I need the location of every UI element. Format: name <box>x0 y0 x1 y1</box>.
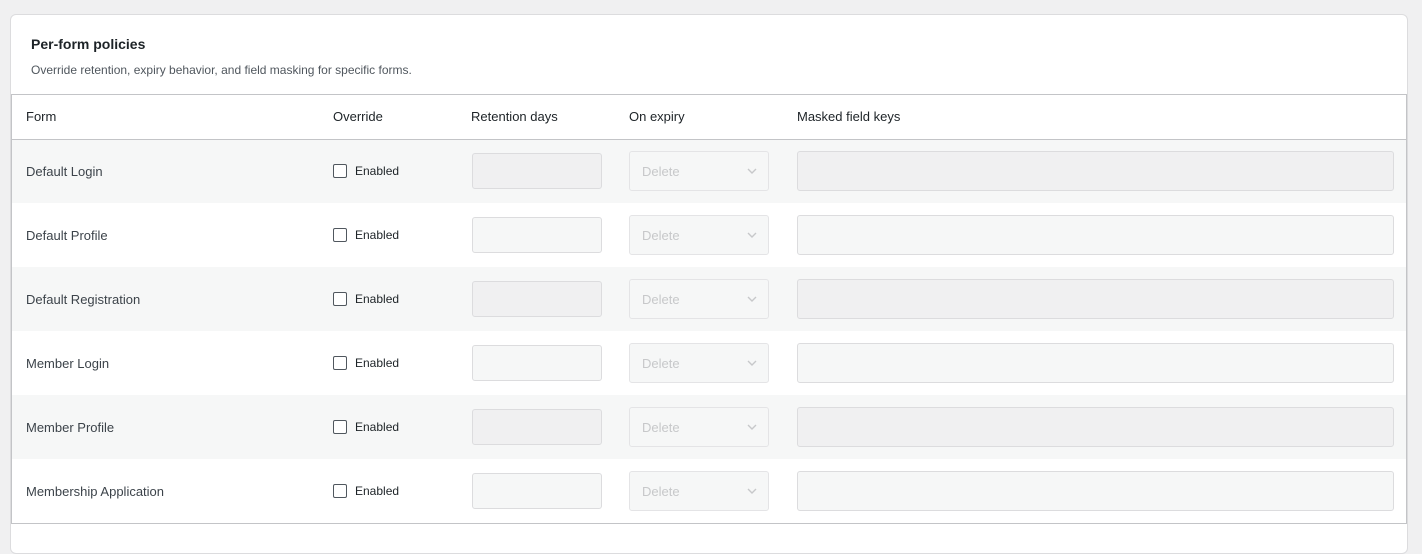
chevron-down-icon <box>747 424 757 430</box>
header-on-expiry: On expiry <box>615 95 783 140</box>
chevron-down-icon <box>747 232 757 238</box>
override-checkbox[interactable] <box>333 228 347 242</box>
override-toggle[interactable]: Enabled <box>333 356 443 370</box>
on-expiry-value: Delete <box>642 483 680 499</box>
panel-title: Per-form policies <box>31 36 146 52</box>
override-label: Enabled <box>355 420 400 434</box>
override-label: Enabled <box>355 356 400 370</box>
override-label: Enabled <box>355 164 400 179</box>
panel-description: Override retention, expiry behavior, and… <box>31 63 412 77</box>
on-expiry-select[interactable]: Delete <box>629 215 769 255</box>
chevron-down-icon <box>747 488 757 494</box>
retention-days-input[interactable] <box>472 345 602 381</box>
on-expiry-select[interactable]: Delete <box>629 343 769 383</box>
override-label: Enabled <box>355 484 400 498</box>
on-expiry-select[interactable]: Delete <box>629 407 769 447</box>
override-toggle[interactable]: Enabled <box>333 484 443 498</box>
on-expiry-value: Delete <box>642 291 680 307</box>
masked-field-keys-input[interactable] <box>797 279 1394 319</box>
on-expiry-select[interactable]: Delete <box>629 151 769 192</box>
on-expiry-select[interactable]: Delete <box>629 471 769 511</box>
on-expiry-select[interactable]: Delete <box>629 279 769 319</box>
table-row: Membership Application Enabled Delete <box>12 459 1406 523</box>
form-name: Member Profile <box>12 395 319 459</box>
header-form: Form <box>12 95 319 140</box>
retention-days-input[interactable] <box>472 281 602 317</box>
header-override: Override <box>319 95 457 140</box>
override-checkbox[interactable] <box>333 484 347 498</box>
form-name-text: Default Profile <box>26 227 108 243</box>
masked-field-keys-input[interactable] <box>797 471 1394 511</box>
policies-table: Form Override Retention days On expiry M… <box>12 95 1406 523</box>
override-toggle[interactable]: Enabled <box>333 292 443 306</box>
masked-field-keys-input[interactable] <box>797 151 1394 192</box>
masked-field-keys-input[interactable] <box>797 215 1394 255</box>
form-name-text: Default Registration <box>26 291 141 307</box>
on-expiry-value: Delete <box>642 163 680 179</box>
table-row: Default Profile Enabled Delete <box>12 203 1406 267</box>
override-checkbox[interactable] <box>333 292 347 306</box>
retention-days-input[interactable] <box>472 409 602 445</box>
override-checkbox[interactable] <box>333 164 347 179</box>
chevron-down-icon <box>747 360 757 366</box>
retention-days-input[interactable] <box>472 153 602 190</box>
masked-field-keys-input[interactable] <box>797 407 1394 447</box>
on-expiry-value: Delete <box>642 355 680 371</box>
header-masked-field-keys: Masked field keys <box>783 95 1406 140</box>
form-name: Default Profile <box>12 203 319 267</box>
form-name: Default Login <box>12 139 319 203</box>
table-row: Default Login Enabled Delete <box>12 139 1406 203</box>
panel-header: Per-form policies Override retention, ex… <box>11 15 1407 94</box>
masked-field-keys-input[interactable] <box>797 343 1394 383</box>
chevron-down-icon <box>747 168 757 175</box>
override-toggle[interactable]: Enabled <box>333 420 443 434</box>
override-toggle[interactable]: Enabled <box>333 228 443 242</box>
form-name: Membership Application <box>12 459 319 523</box>
on-expiry-value: Delete <box>642 419 680 435</box>
retention-days-input[interactable] <box>472 217 602 253</box>
form-name: Member Login <box>12 331 319 395</box>
form-name-text: Member Login <box>26 355 110 371</box>
override-toggle[interactable]: Enabled <box>333 164 443 179</box>
form-name-text: Default Login <box>26 163 103 179</box>
override-checkbox[interactable] <box>333 420 347 434</box>
table-row: Member Profile Enabled Delete <box>12 395 1406 459</box>
header-retention-days: Retention days <box>457 95 615 140</box>
table-header-row: Form Override Retention days On expiry M… <box>12 95 1406 140</box>
policies-table-wrapper: Form Override Retention days On expiry M… <box>11 94 1407 524</box>
form-name-text: Membership Application <box>26 483 165 499</box>
retention-days-input[interactable] <box>472 473 602 509</box>
override-label: Enabled <box>355 292 400 306</box>
form-name-text: Member Profile <box>26 419 115 435</box>
form-name: Default Registration <box>12 267 319 331</box>
on-expiry-value: Delete <box>642 227 680 243</box>
table-row: Member Login Enabled Delete <box>12 331 1406 395</box>
override-label: Enabled <box>355 228 400 242</box>
per-form-policies-panel: Per-form policies Override retention, ex… <box>10 14 1408 554</box>
table-row: Default Registration Enabled Delete <box>12 267 1406 331</box>
override-checkbox[interactable] <box>333 356 347 370</box>
chevron-down-icon <box>747 296 757 302</box>
